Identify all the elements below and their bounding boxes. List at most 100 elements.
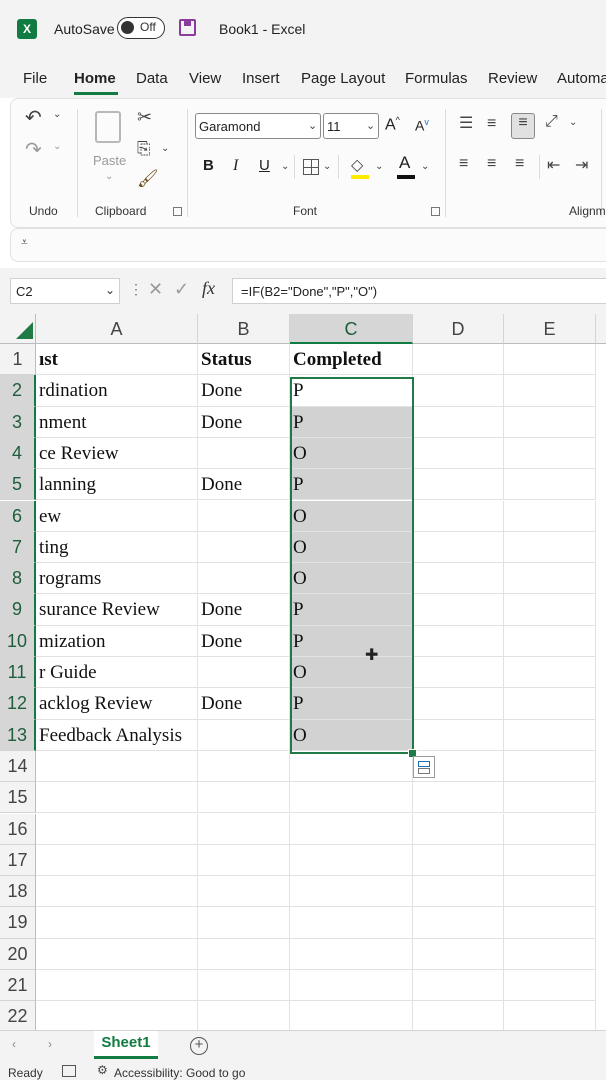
fill-color-dropdown-icon[interactable]: ⌄ (375, 161, 383, 172)
cell-a18[interactable] (36, 876, 198, 908)
row-header[interactable]: 1 (0, 344, 36, 376)
cell-b16[interactable] (198, 813, 290, 845)
cell-b7[interactable] (198, 531, 290, 564)
prev-sheet-icon[interactable]: ‹ (12, 1037, 16, 1051)
cell-e5[interactable] (504, 469, 596, 501)
cell-a1[interactable]: ıst (36, 344, 198, 376)
font-name-select[interactable]: Garamond ⌄ (195, 113, 321, 139)
cell-d4[interactable] (413, 437, 504, 470)
cell-c9[interactable]: P (290, 594, 413, 626)
customize-toolbar-icon[interactable]: ⩡ (21, 235, 28, 250)
row-header[interactable]: 9 (0, 594, 36, 626)
cell-d15[interactable] (413, 782, 504, 814)
align-top-icon[interactable]: ☰ (459, 113, 473, 133)
format-painter-icon[interactable]: 🖌 (137, 169, 159, 189)
cell-d20[interactable] (413, 938, 504, 970)
tab-formulas[interactable]: Formulas (405, 70, 468, 87)
cell-b2[interactable]: Done (198, 375, 290, 407)
increase-font-size-icon[interactable]: A^ (385, 115, 400, 134)
row-header[interactable]: 8 (0, 563, 36, 595)
cell-d13[interactable] (413, 719, 504, 751)
cell-b5[interactable]: Done (198, 469, 290, 501)
cell-d21[interactable] (413, 970, 504, 1002)
align-bottom-icon[interactable]: ≡ (511, 113, 535, 139)
cell-e16[interactable] (504, 813, 596, 845)
bold-button[interactable]: B (203, 157, 214, 174)
column-header-d[interactable]: D (413, 314, 504, 344)
cell-a22[interactable] (36, 1001, 198, 1030)
cell-a16[interactable] (36, 813, 198, 845)
cell-b21[interactable] (198, 970, 290, 1002)
fill-color-icon[interactable]: ◇ (351, 155, 363, 175)
cell-e7[interactable] (504, 531, 596, 564)
cell-b20[interactable] (198, 938, 290, 970)
cell-d1[interactable] (413, 344, 504, 376)
cell-c22[interactable] (290, 1001, 413, 1030)
macro-record-icon[interactable] (62, 1065, 76, 1077)
cell-e6[interactable] (504, 500, 596, 532)
cell-a15[interactable] (36, 782, 198, 814)
cell-a9[interactable]: surance Review (36, 594, 198, 626)
tab-review[interactable]: Review (488, 70, 537, 87)
undo-dropdown-icon[interactable]: ⌄ (53, 109, 61, 120)
row-header[interactable]: 3 (0, 406, 36, 438)
enter-icon[interactable]: ✓ (174, 279, 189, 300)
tab-insert[interactable]: Insert (242, 70, 280, 87)
cell-e12[interactable] (504, 688, 596, 720)
paste-dropdown-icon[interactable]: ⌄ (105, 171, 113, 182)
row-header[interactable]: 17 (0, 844, 36, 877)
cell-c17[interactable] (290, 844, 413, 877)
column-header-b[interactable]: B (198, 314, 290, 344)
cell-d5[interactable] (413, 469, 504, 501)
tab-home[interactable]: Home (74, 70, 116, 87)
underline-dropdown-icon[interactable]: ⌄ (281, 161, 289, 172)
cell-b15[interactable] (198, 782, 290, 814)
cell-c3[interactable]: P (290, 406, 413, 438)
cell-d10[interactable] (413, 625, 504, 657)
cell-e21[interactable] (504, 970, 596, 1002)
cell-e20[interactable] (504, 938, 596, 970)
copy-icon[interactable]: ⎘ (137, 139, 151, 159)
cell-c1[interactable]: Completed (290, 344, 413, 376)
font-color-dropdown-icon[interactable]: ⌄ (421, 161, 429, 172)
row-header[interactable]: 11 (0, 657, 36, 689)
cell-a17[interactable] (36, 844, 198, 877)
cell-a10[interactable]: mization (36, 625, 198, 657)
cell-c11[interactable]: O (290, 657, 413, 689)
cell-b3[interactable]: Done (198, 406, 290, 438)
row-header[interactable]: 16 (0, 813, 36, 845)
cell-d3[interactable] (413, 406, 504, 438)
cell-a21[interactable] (36, 970, 198, 1002)
cell-a11[interactable]: r Guide (36, 657, 198, 689)
align-left-icon[interactable]: ≡ (459, 155, 468, 173)
row-header[interactable]: 4 (0, 437, 36, 470)
increase-indent-icon[interactable]: ⇥ (575, 155, 588, 175)
quick-analysis-icon[interactable] (413, 756, 435, 778)
undo-icon[interactable]: ↶ (25, 105, 42, 130)
row-header[interactable]: 20 (0, 938, 36, 970)
accessibility-icon[interactable]: ⚙ (97, 1063, 108, 1077)
cell-e18[interactable] (504, 876, 596, 908)
orientation-icon[interactable]: ⤢ (545, 113, 558, 131)
cell-c13[interactable]: O (290, 719, 413, 751)
next-sheet-icon[interactable]: › (48, 1037, 52, 1051)
select-all-button[interactable] (0, 314, 36, 344)
tab-automa[interactable]: Automa (557, 70, 606, 87)
column-header-c[interactable]: C (290, 314, 413, 344)
cell-d17[interactable] (413, 844, 504, 877)
cell-d22[interactable] (413, 1001, 504, 1030)
cell-b13[interactable] (198, 719, 290, 751)
cell-c4[interactable]: O (290, 437, 413, 470)
insert-function-button[interactable]: fx (202, 278, 215, 299)
tab-page-layout[interactable]: Page Layout (301, 70, 385, 87)
cell-a2[interactable]: rdination (36, 375, 198, 407)
cell-d7[interactable] (413, 531, 504, 564)
cell-e10[interactable] (504, 625, 596, 657)
cell-e14[interactable] (504, 750, 596, 783)
cell-c15[interactable] (290, 782, 413, 814)
cell-e1[interactable] (504, 344, 596, 376)
row-header[interactable]: 10 (0, 625, 36, 657)
copy-dropdown-icon[interactable]: ⌄ (161, 143, 169, 154)
cell-e19[interactable] (504, 907, 596, 939)
cell-a4[interactable]: ce Review (36, 437, 198, 470)
